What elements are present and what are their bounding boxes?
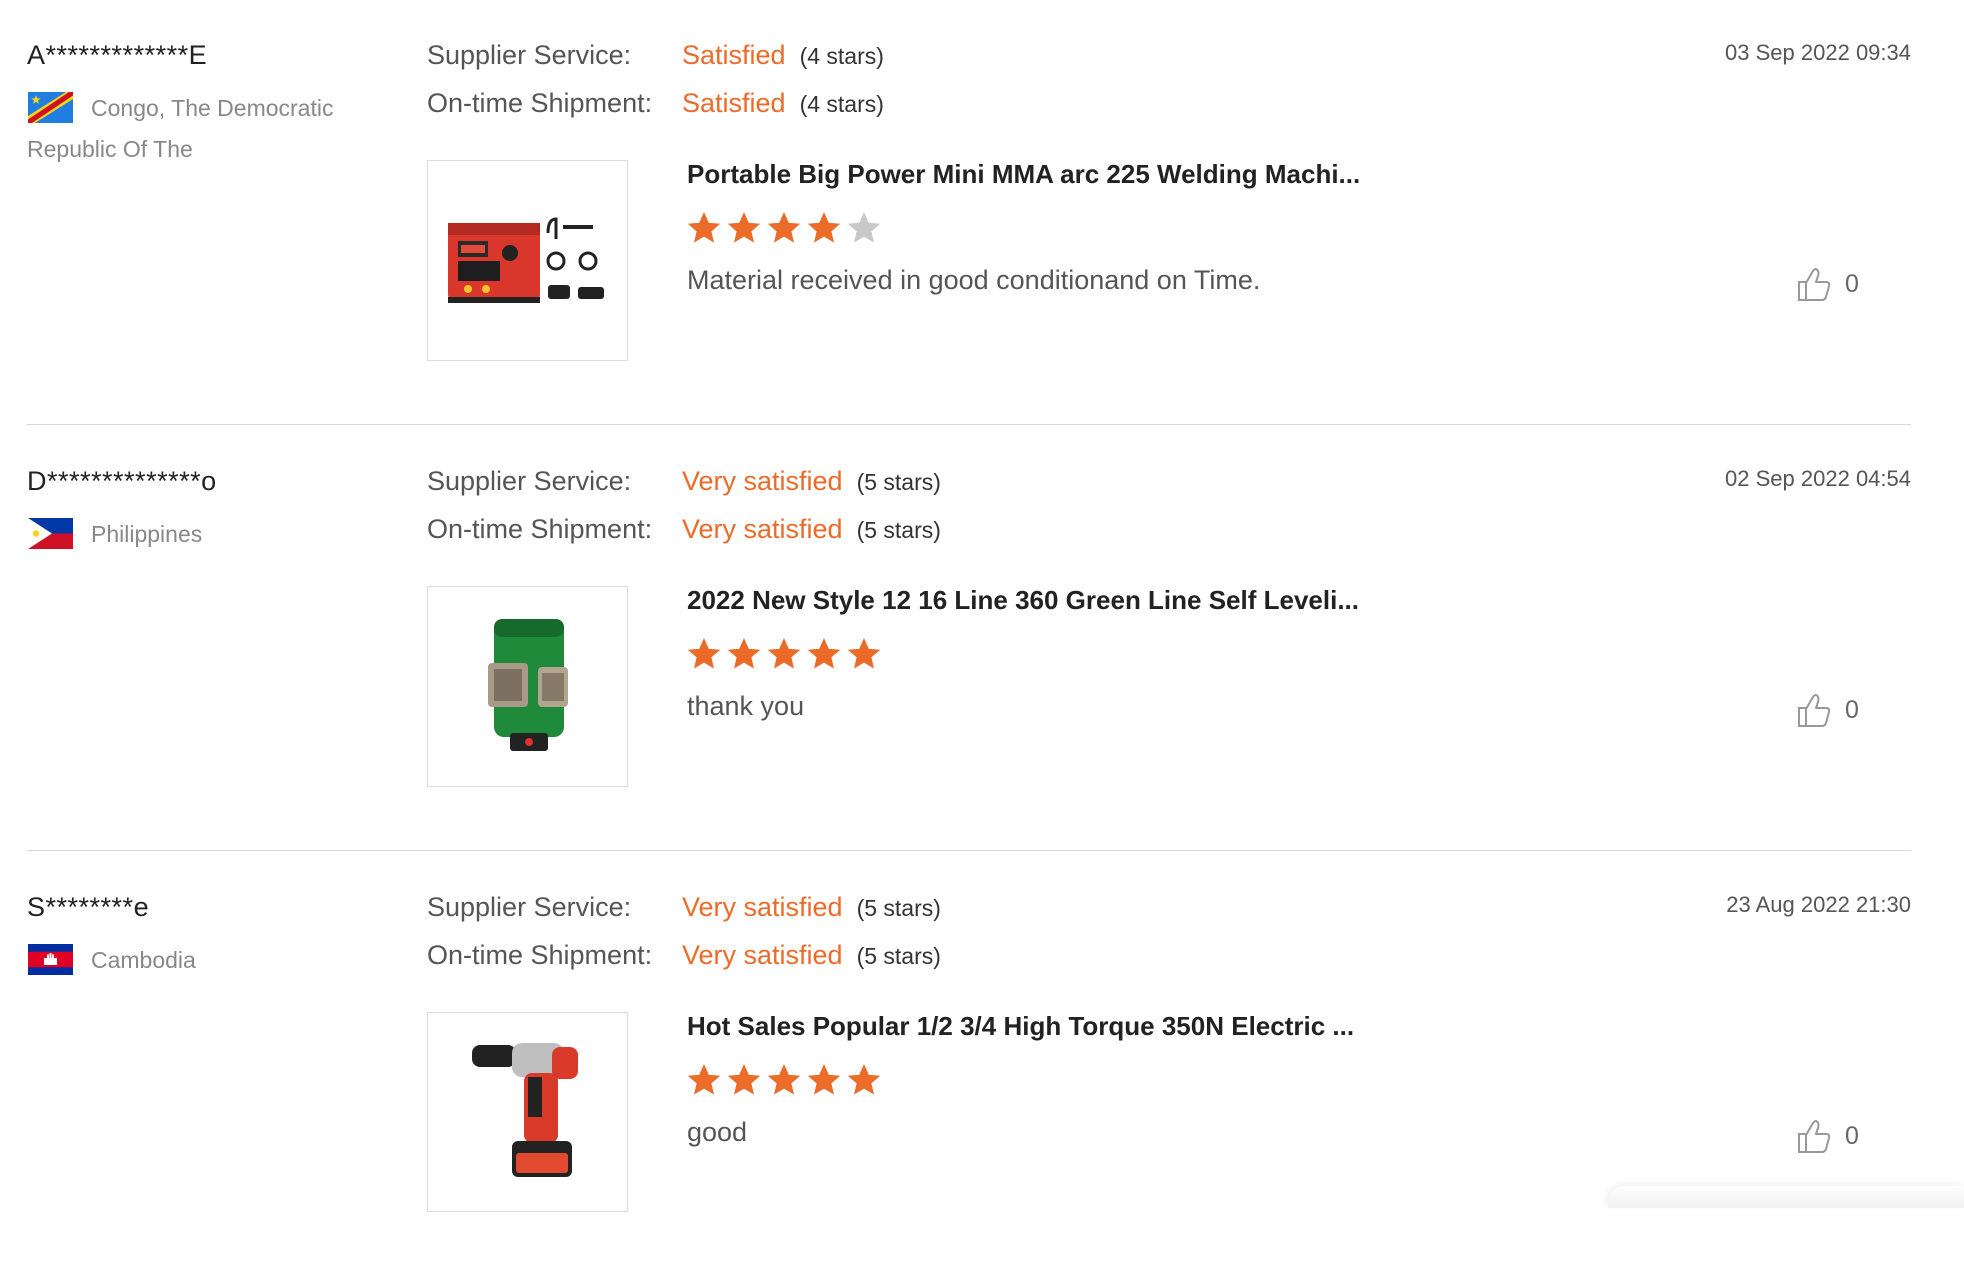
welding-machine-image[interactable] [427, 160, 628, 361]
supplier-service-rating: Very satisfied (5 stars) [682, 892, 941, 923]
like-button[interactable]: 0 [1797, 1116, 1859, 1156]
supplier-service-label: Supplier Service: [427, 466, 632, 496]
reviewer-country: Philippines [91, 521, 203, 547]
star-filled-icon [807, 1064, 841, 1095]
star-filled-icon [767, 212, 801, 243]
star-filled-icon [847, 1064, 881, 1095]
reviewer-name: D**************o [27, 466, 217, 496]
star-filled-icon [727, 1064, 761, 1095]
shipment-value: Very satisfied [682, 514, 843, 544]
review-date: 23 Aug 2022 21:30 [1726, 892, 1911, 917]
shipment-rating: Satisfied (4 stars) [682, 88, 884, 119]
review-item: A*************E Congo, The Democratic Re… [0, 0, 1964, 426]
star-rating [684, 634, 884, 674]
thumbs-up-icon [1798, 268, 1831, 301]
supplier-service-value: Very satisfied [682, 466, 843, 496]
review-date: 03 Sep 2022 09:34 [1725, 40, 1911, 65]
star-filled-icon [727, 212, 761, 243]
star-filled-icon [727, 638, 761, 669]
star-filled-icon [767, 638, 801, 669]
star-filled-icon [687, 1064, 721, 1095]
reviewer-name: S********e [27, 892, 150, 922]
like-count: 0 [1845, 269, 1859, 298]
star-filled-icon [767, 1064, 801, 1095]
floating-panel-edge [1608, 1186, 1964, 1208]
supplier-service-stars: (5 stars) [856, 469, 941, 495]
shipment-value: Satisfied [682, 88, 786, 118]
shipment-value: Very satisfied [682, 940, 843, 970]
like-button[interactable]: 0 [1797, 690, 1859, 730]
star-filled-icon [687, 638, 721, 669]
star-rating [684, 1060, 884, 1100]
like-count: 0 [1845, 695, 1859, 724]
product-title-link[interactable]: 2022 New Style 12 16 Line 360 Green Line… [687, 585, 1359, 616]
shipment-stars: (5 stars) [856, 943, 941, 969]
shipment-rating: Very satisfied (5 stars) [682, 940, 941, 971]
shipment-stars: (5 stars) [856, 517, 941, 543]
supplier-service-label: Supplier Service: [427, 40, 632, 70]
star-filled-icon [847, 638, 881, 669]
review-item: S********e Cambodia Supplier Service: Ve… [0, 852, 1964, 1278]
supplier-service-stars: (4 stars) [799, 43, 884, 69]
supplier-service-value: Very satisfied [682, 892, 843, 922]
reviewer-country: Congo, The Democratic Republic Of The [27, 95, 334, 162]
shipment-label: On-time Shipment: [427, 88, 653, 118]
review-item: D**************o Philippines Supplier Se… [0, 426, 1964, 852]
thumbs-up-icon [1798, 1120, 1831, 1153]
like-count: 0 [1845, 1121, 1859, 1150]
star-rating [684, 208, 884, 248]
supplier-service-value: Satisfied [682, 40, 786, 70]
review-comment: thank you [687, 691, 805, 721]
supplier-service-label: Supplier Service: [427, 892, 632, 922]
supplier-service-stars: (5 stars) [856, 895, 941, 921]
shipment-rating: Very satisfied (5 stars) [682, 514, 941, 545]
supplier-service-rating: Very satisfied (5 stars) [682, 466, 941, 497]
star-filled-icon [807, 638, 841, 669]
reviewer-name: A*************E [27, 40, 208, 70]
shipment-stars: (4 stars) [799, 91, 884, 117]
review-comment: Material received in good conditionand o… [687, 265, 1261, 295]
star-empty-icon [847, 212, 881, 243]
thumbs-up-icon [1798, 694, 1831, 727]
review-divider [27, 424, 1911, 425]
star-filled-icon [687, 212, 721, 243]
shipment-label: On-time Shipment: [427, 940, 653, 970]
review-divider [27, 850, 1911, 851]
star-filled-icon [807, 212, 841, 243]
laser-level-image[interactable] [427, 586, 628, 787]
impact-wrench-image[interactable] [427, 1012, 628, 1212]
review-date: 02 Sep 2022 04:54 [1725, 466, 1911, 491]
review-comment: good [687, 1117, 748, 1147]
product-title-link[interactable]: Hot Sales Popular 1/2 3/4 High Torque 35… [687, 1011, 1354, 1042]
reviewer-country: Cambodia [91, 947, 196, 973]
shipment-label: On-time Shipment: [427, 514, 653, 544]
like-button[interactable]: 0 [1797, 264, 1859, 304]
supplier-service-rating: Satisfied (4 stars) [682, 40, 884, 71]
product-title-link[interactable]: Portable Big Power Mini MMA arc 225 Weld… [687, 159, 1360, 190]
